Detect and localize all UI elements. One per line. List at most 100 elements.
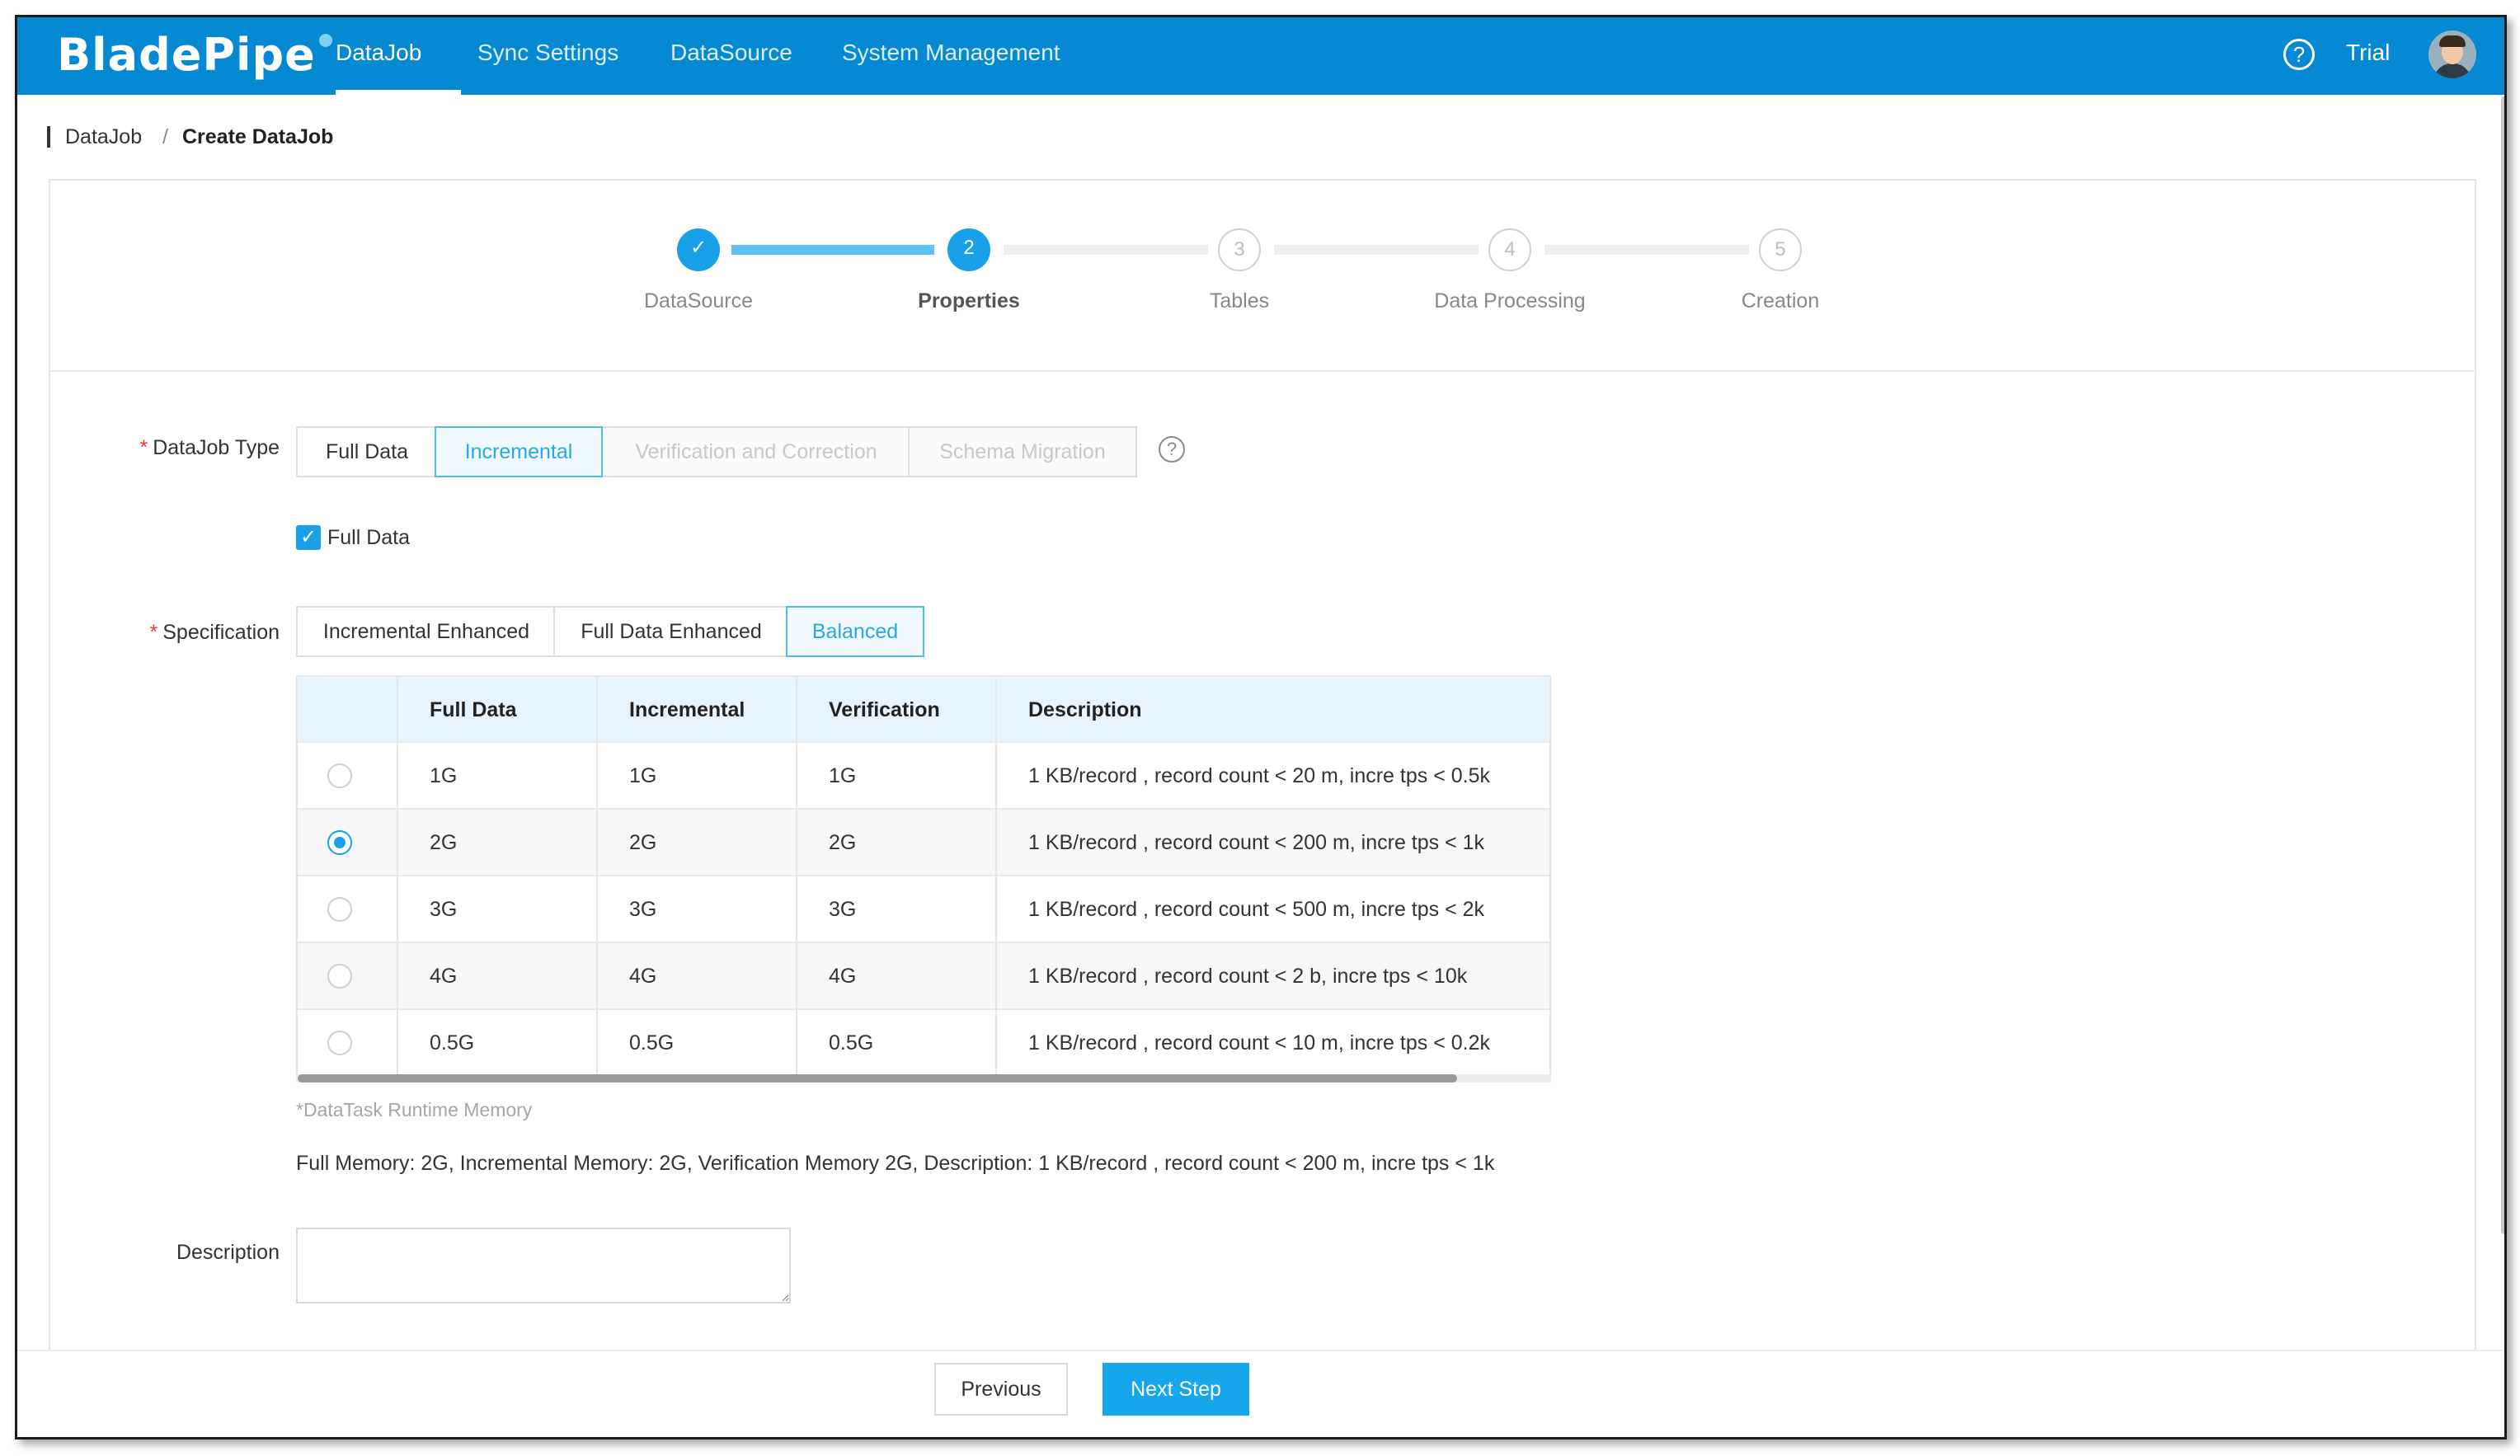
spec-table-header: Full Data Incremental Verification Descr… xyxy=(298,677,1549,743)
col-header-verification: Verification xyxy=(797,677,997,741)
nav-datasource[interactable]: DataSource xyxy=(670,40,792,66)
step-connector-2 xyxy=(1004,245,1208,255)
spec-incremental-enhanced-button[interactable]: Incremental Enhanced xyxy=(296,606,557,657)
row-select-cell[interactable] xyxy=(298,810,398,875)
app-window: BladePipe DataJob Sync Settings DataSour… xyxy=(15,15,2507,1440)
cell-full-data: 0.5G xyxy=(398,1010,598,1077)
breadcrumb-datajob-link[interactable]: DataJob xyxy=(65,125,142,149)
table-row[interactable]: 0.5G 0.5G 0.5G 1 KB/record , record coun… xyxy=(298,1010,1549,1077)
nav-system-management[interactable]: System Management xyxy=(842,40,1060,66)
row-select-cell[interactable] xyxy=(298,876,398,942)
cell-description: 1 KB/record , record count < 500 m, incr… xyxy=(1028,898,1485,921)
step-4-label: Data Processing xyxy=(1434,289,1586,312)
step-1-label: DataSource xyxy=(643,289,754,312)
description-input[interactable] xyxy=(296,1228,791,1303)
active-nav-indicator xyxy=(336,90,461,95)
table-row[interactable]: 1G 1G 1G 1 KB/record , record count < 20… xyxy=(298,743,1549,810)
cell-verification: 0.5G xyxy=(797,1010,997,1077)
col-header-incremental: Incremental xyxy=(598,677,797,741)
table-row[interactable]: 2G 2G 2G 1 KB/record , record count < 20… xyxy=(298,810,1549,876)
cell-incremental: 3G xyxy=(598,876,797,942)
spec-radio-4g[interactable] xyxy=(327,964,352,989)
cell-incremental: 1G xyxy=(598,743,797,808)
spec-summary-text: Full Memory: 2G, Incremental Memory: 2G,… xyxy=(296,1152,1495,1175)
steps-divider xyxy=(49,370,2476,372)
required-mark: * xyxy=(149,621,158,644)
breadcrumb-marker xyxy=(47,126,50,148)
nav-datajob[interactable]: DataJob xyxy=(336,40,421,66)
col-header-select xyxy=(298,677,398,741)
col-header-full-data: Full Data xyxy=(398,677,598,741)
required-mark: * xyxy=(139,436,148,459)
table-row[interactable]: 4G 4G 4G 1 KB/record , record count < 2 … xyxy=(298,943,1549,1010)
question-circle-icon[interactable]: ? xyxy=(2283,39,2315,70)
cell-verification: 4G xyxy=(797,943,997,1008)
top-navigation-bar: BladePipe DataJob Sync Settings DataSour… xyxy=(17,17,2504,95)
type-verification-correction-button: Verification and Correction xyxy=(601,426,911,477)
step-4-marker: 4 xyxy=(1488,228,1531,271)
spec-radio-3g[interactable] xyxy=(327,897,352,922)
step-1-check-icon[interactable]: ✓ xyxy=(677,228,720,271)
runtime-memory-note: *DataTask Runtime Memory xyxy=(296,1099,533,1120)
step-5-marker: 5 xyxy=(1759,228,1802,271)
question-circle-icon[interactable]: ? xyxy=(1159,436,1185,463)
cell-full-data: 4G xyxy=(398,943,598,1008)
table-scrollbar-thumb[interactable] xyxy=(298,1074,1457,1083)
spec-table: Full Data Incremental Verification Descr… xyxy=(296,675,1551,1078)
step-connector-3 xyxy=(1274,245,1479,255)
type-incremental-button[interactable]: Incremental xyxy=(435,426,603,477)
step-5-label: Creation xyxy=(1741,289,1820,312)
user-avatar[interactable] xyxy=(2428,31,2476,78)
cell-verification: 3G xyxy=(797,876,997,942)
spec-full-data-enhanced-button[interactable]: Full Data Enhanced xyxy=(553,606,789,657)
cell-full-data: 2G xyxy=(398,810,598,875)
logo-text: BladePipe xyxy=(57,29,316,81)
type-full-data-button[interactable]: Full Data xyxy=(296,426,438,477)
cell-full-data: 1G xyxy=(398,743,598,808)
step-2-marker[interactable]: 2 xyxy=(947,228,990,271)
user-trial-label[interactable]: Trial xyxy=(2346,40,2390,66)
logo-dot-icon xyxy=(318,34,332,47)
spec-radio-1g[interactable] xyxy=(327,763,352,788)
step-3-label: Tables xyxy=(1209,289,1270,312)
bladepipe-logo[interactable]: BladePipe xyxy=(57,29,332,81)
cell-description: 1 KB/record , record count < 10 m, incre… xyxy=(1028,1031,1490,1054)
window-vertical-scrollbar[interactable] xyxy=(2501,96,2504,1234)
cell-description: 1 KB/record , record count < 2 b, incre … xyxy=(1028,965,1468,988)
specification-label: * Specification xyxy=(32,621,280,645)
next-step-button[interactable]: Next Step xyxy=(1102,1363,1249,1416)
nav-sync-settings[interactable]: Sync Settings xyxy=(477,40,618,66)
avatar-body-shape xyxy=(2433,63,2471,78)
spec-radio-0-5g[interactable] xyxy=(327,1031,352,1055)
cell-incremental: 0.5G xyxy=(598,1010,797,1077)
cell-incremental: 4G xyxy=(598,943,797,1008)
row-select-cell[interactable] xyxy=(298,743,398,808)
step-2-label: Properties xyxy=(918,289,1020,312)
datajob-type-label-text: DataJob Type xyxy=(153,436,280,459)
cell-full-data: 3G xyxy=(398,876,598,942)
specification-label-text: Specification xyxy=(162,621,280,644)
description-label: Description xyxy=(176,1241,280,1264)
cell-verification: 1G xyxy=(797,743,997,808)
datajob-type-label: * DataJob Type xyxy=(32,436,280,460)
col-header-description: Description xyxy=(1028,698,1142,721)
previous-button[interactable]: Previous xyxy=(934,1363,1068,1416)
step-connector-4 xyxy=(1544,245,1749,255)
cell-description: 1 KB/record , record count < 200 m, incr… xyxy=(1028,831,1485,854)
full-data-checkbox[interactable]: ✓ xyxy=(296,525,321,550)
spec-balanced-button[interactable]: Balanced xyxy=(786,606,924,657)
table-row[interactable]: 3G 3G 3G 1 KB/record , record count < 50… xyxy=(298,876,1549,943)
spec-radio-2g[interactable] xyxy=(327,830,352,855)
row-select-cell[interactable] xyxy=(298,943,398,1008)
full-data-checkbox-label[interactable]: Full Data xyxy=(327,526,410,550)
footer-bar xyxy=(17,1350,2504,1437)
type-schema-migration-button: Schema Migration xyxy=(908,426,1137,477)
cell-description: 1 KB/record , record count < 20 m, incre… xyxy=(1028,764,1490,787)
row-select-cell[interactable] xyxy=(298,1010,398,1077)
cell-incremental: 2G xyxy=(598,810,797,875)
breadcrumb-current: Create DataJob xyxy=(182,125,334,148)
step-connector-1 xyxy=(731,245,934,255)
avatar-hair-shape xyxy=(2439,35,2466,47)
cell-verification: 2G xyxy=(797,810,997,875)
breadcrumb-separator: / xyxy=(162,125,168,148)
